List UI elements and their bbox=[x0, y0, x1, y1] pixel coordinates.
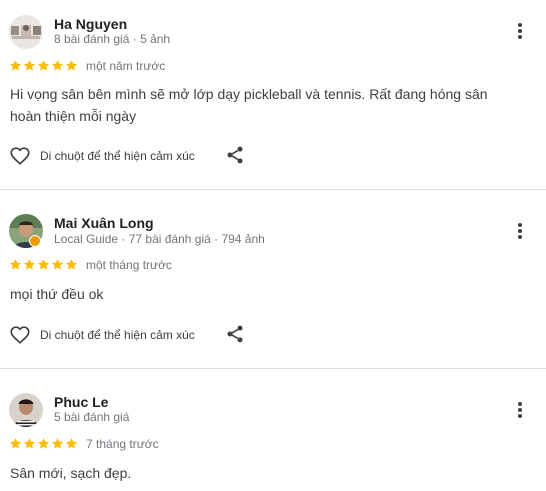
reviewer-name[interactable]: Ha Nguyen bbox=[54, 16, 127, 32]
review-card-ha-nguyen: Ha Nguyen 8 bài đánh giá · 5 ảnh một năm… bbox=[0, 0, 546, 189]
star-filled-icon bbox=[51, 259, 64, 270]
review-card-mai-xuan-long: Mai Xuân Long Local Guide · 77 bài đánh … bbox=[0, 190, 546, 368]
avatar[interactable] bbox=[9, 15, 43, 49]
heart-outline-icon[interactable] bbox=[9, 324, 31, 346]
star-filled-icon bbox=[65, 438, 78, 449]
star-filled-icon bbox=[37, 259, 50, 270]
more-options-button[interactable] bbox=[509, 220, 531, 242]
review-text: Sân mới, sạch đẹp. bbox=[10, 465, 132, 481]
avatar-image bbox=[9, 393, 43, 427]
review-time: một tháng trước bbox=[86, 258, 172, 272]
star-filled-icon bbox=[65, 259, 78, 270]
star-filled-icon bbox=[23, 438, 36, 449]
share-icon[interactable] bbox=[225, 145, 245, 165]
heart-outline-icon[interactable] bbox=[9, 145, 31, 167]
star-rating bbox=[9, 437, 78, 451]
share-icon[interactable] bbox=[225, 324, 245, 344]
more-vert-icon bbox=[518, 23, 522, 39]
reviewer-meta[interactable]: 8 bài đánh giá · 5 ảnh bbox=[54, 32, 170, 46]
star-rating bbox=[9, 258, 78, 272]
review-text: mọi thứ đều ok bbox=[10, 286, 104, 302]
react-hint-label[interactable]: Di chuột để thể hiện cảm xúc bbox=[40, 149, 195, 163]
reviewer-meta[interactable]: Local Guide · 77 bài đánh giá · 794 ảnh bbox=[54, 232, 265, 246]
star-rating bbox=[9, 59, 78, 73]
more-vert-icon bbox=[518, 402, 522, 418]
star-filled-icon bbox=[51, 438, 64, 449]
react-hint-label[interactable]: Di chuột để thể hiện cảm xúc bbox=[40, 328, 195, 342]
review-time: 7 tháng trước bbox=[86, 437, 159, 451]
star-filled-icon bbox=[9, 259, 22, 270]
more-options-button[interactable] bbox=[509, 399, 531, 421]
star-filled-icon bbox=[9, 60, 22, 71]
local-guide-badge-icon bbox=[29, 235, 41, 247]
more-vert-icon bbox=[518, 223, 522, 239]
reviewer-name[interactable]: Mai Xuân Long bbox=[54, 215, 154, 231]
star-filled-icon bbox=[51, 60, 64, 71]
star-filled-icon bbox=[23, 259, 36, 270]
reviewer-meta[interactable]: 5 bài đánh giá bbox=[54, 410, 129, 424]
review-text: Hi vọng sân bên mình sẽ mở lớp dạy pickl… bbox=[10, 86, 488, 124]
star-filled-icon bbox=[23, 60, 36, 71]
star-filled-icon bbox=[37, 438, 50, 449]
review-time: một năm trước bbox=[86, 59, 166, 73]
avatar[interactable] bbox=[9, 393, 43, 427]
star-filled-icon bbox=[65, 60, 78, 71]
star-filled-icon bbox=[9, 438, 22, 449]
avatar-image bbox=[9, 15, 43, 49]
star-filled-icon bbox=[37, 60, 50, 71]
more-options-button[interactable] bbox=[509, 20, 531, 42]
reviewer-name[interactable]: Phuc Le bbox=[54, 394, 108, 410]
review-card-phuc-le: Phuc Le 5 bài đánh giá 7 tháng trước Sân… bbox=[0, 369, 546, 491]
